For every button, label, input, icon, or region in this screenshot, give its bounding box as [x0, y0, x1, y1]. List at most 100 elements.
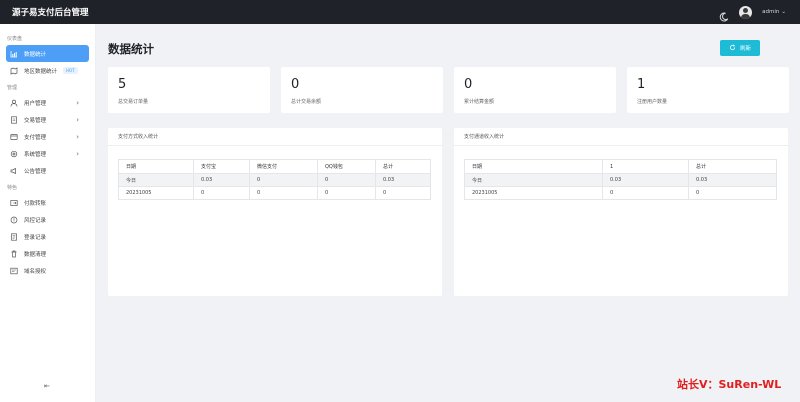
sidebar-item-label: 交易管理	[24, 117, 47, 124]
chevron-right-icon: ›	[76, 132, 79, 141]
table-cell: 0	[688, 186, 777, 200]
column-header: 支付宝	[193, 159, 250, 174]
chevron-right-icon: ›	[76, 149, 79, 158]
stat-value: 5	[118, 77, 127, 92]
collapse-sidebar-icon[interactable]: ⇤	[44, 382, 50, 390]
document-icon	[10, 115, 18, 124]
sidebar-item-announcements[interactable]: 公告管理	[0, 162, 89, 179]
hot-badge: HOT	[63, 67, 78, 74]
stat-card-balance: 0 总计交易余额	[281, 67, 443, 113]
sidebar-item-label: 支付管理	[24, 134, 47, 141]
megaphone-icon	[10, 167, 18, 175]
sidebar-item-data-stats[interactable]: 数据统计	[6, 45, 89, 62]
table-cell: 0	[317, 173, 376, 187]
sidebar-section-dashboard: 仪表盘	[7, 36, 23, 42]
sidebar-item-data-cleanup[interactable]: 数据清理	[0, 245, 89, 262]
trash-icon	[10, 250, 18, 258]
sidebar-item-risk[interactable]: 风控记录	[0, 211, 89, 228]
sidebar-item-login-log[interactable]: 登录记录	[0, 228, 89, 245]
theme-toggle-icon[interactable]	[719, 7, 729, 22]
sidebar-section-manage: 管理	[7, 85, 18, 91]
table-row: 今日 0.03 0.03	[464, 173, 777, 187]
column-header: QQ钱包	[317, 159, 376, 174]
chevron-right-icon: ›	[76, 98, 79, 107]
stat-card-orders: 5 总交易订单量	[108, 67, 270, 113]
table-row: 今日 0.03 0 0 0.03	[118, 173, 431, 187]
stat-label: 总交易订单量	[118, 99, 149, 105]
table-cell: 0	[193, 186, 250, 200]
sidebar-item-label: 登录记录	[24, 234, 47, 241]
watermark-text: 站长V：SuRen-WL	[677, 378, 782, 391]
column-header: 微信支付	[249, 159, 318, 174]
channel-income-table: 日期 1 总计 今日 0.03 0.03 20231005 0 0	[464, 159, 777, 200]
table-cell: 0	[249, 173, 318, 187]
send-icon	[10, 199, 18, 207]
sidebar: 仪表盘 数据统计 地区数据统计 HOT 管理 用户管理 › 交易管理 › 支付管…	[0, 24, 96, 402]
user-menu[interactable]: admin ⌄	[762, 9, 786, 15]
table-cell: 0	[317, 186, 376, 200]
certificate-icon	[10, 267, 18, 275]
username-label: admin	[762, 9, 780, 15]
sidebar-item-label: 地区数据统计	[24, 68, 58, 75]
column-header: 1	[602, 159, 689, 174]
sidebar-item-users[interactable]: 用户管理 ›	[0, 94, 89, 111]
table-cell: 20231005	[464, 186, 603, 200]
stat-label: 注册用户数量	[637, 99, 668, 105]
payment-method-table: 日期 支付宝 微信支付 QQ钱包 总计 今日 0.03 0 0 0.03 202…	[118, 159, 431, 200]
table-cell: 0.03	[688, 173, 777, 187]
stat-value: 0	[464, 77, 473, 92]
stat-value: 0	[291, 77, 300, 92]
table-cell: 0	[249, 186, 318, 200]
stat-value: 1	[637, 77, 646, 92]
chevron-right-icon: ›	[76, 115, 79, 124]
panel-title: 支付方式收入统计	[108, 128, 442, 146]
sidebar-item-label: 用户管理	[24, 100, 47, 107]
avatar[interactable]	[739, 5, 753, 19]
column-header: 总计	[688, 159, 777, 174]
stat-card-users: 1 注册用户数量	[627, 67, 789, 113]
stat-label: 总计交易余额	[291, 99, 322, 105]
table-cell: 今日	[118, 173, 194, 187]
chevron-down-icon: ⌄	[781, 9, 786, 15]
sidebar-item-system[interactable]: 系统管理 ›	[0, 145, 89, 162]
sidebar-item-payments[interactable]: 支付管理 ›	[0, 128, 89, 145]
column-header: 总计	[375, 159, 431, 174]
column-header: 日期	[118, 159, 194, 174]
stat-label: 累计结算金额	[464, 99, 495, 105]
panel-title: 支付通道收入统计	[454, 128, 788, 146]
refresh-label: 刷新	[739, 46, 751, 52]
stat-card-settlement: 0 累计结算金额	[454, 67, 616, 113]
table-cell: 20231005	[118, 186, 194, 200]
sidebar-section-features: 特色	[7, 185, 18, 191]
table-cell: 0.03	[193, 173, 250, 187]
map-icon	[10, 66, 18, 75]
sidebar-item-label: 公告管理	[24, 168, 47, 175]
table-cell: 今日	[464, 173, 603, 187]
log-icon	[10, 232, 18, 241]
app-title: 源子易支付后台管理	[12, 8, 89, 18]
user-icon	[10, 99, 18, 107]
main-content: 数据统计 刷新 5 总交易订单量 0 总计交易余额 0 累计结算金额 1 注册用…	[96, 24, 800, 402]
sidebar-item-label: 数据统计	[24, 51, 47, 58]
panel-payment-method-income: 支付方式收入统计 日期 支付宝 微信支付 QQ钱包 总计 今日 0.03 0 0…	[108, 128, 442, 296]
sidebar-item-transfer[interactable]: 付款转账	[0, 194, 89, 211]
card-icon	[10, 133, 18, 141]
table-cell: 0	[602, 186, 689, 200]
refresh-button[interactable]: 刷新	[720, 40, 760, 56]
table-row: 20231005 0 0	[464, 186, 777, 200]
sidebar-item-domain-auth[interactable]: 域名授权	[0, 262, 89, 279]
sidebar-item-label: 域名授权	[24, 268, 47, 275]
table-cell: 0.03	[602, 173, 689, 187]
bar-chart-icon	[10, 50, 18, 58]
table-header-row: 日期 支付宝 微信支付 QQ钱包 总计	[118, 159, 431, 174]
page-title: 数据统计	[108, 42, 154, 56]
top-bar: 源子易支付后台管理 admin ⌄	[0, 0, 800, 24]
column-header: 日期	[464, 159, 603, 174]
sidebar-item-region-stats[interactable]: 地区数据统计 HOT	[0, 62, 89, 79]
warning-icon	[10, 216, 18, 224]
table-cell: 0	[375, 186, 431, 200]
sidebar-item-label: 风控记录	[24, 217, 47, 224]
sidebar-item-trades[interactable]: 交易管理 ›	[0, 111, 89, 128]
table-cell: 0.03	[375, 173, 431, 187]
table-row: 20231005 0 0 0 0	[118, 186, 431, 200]
